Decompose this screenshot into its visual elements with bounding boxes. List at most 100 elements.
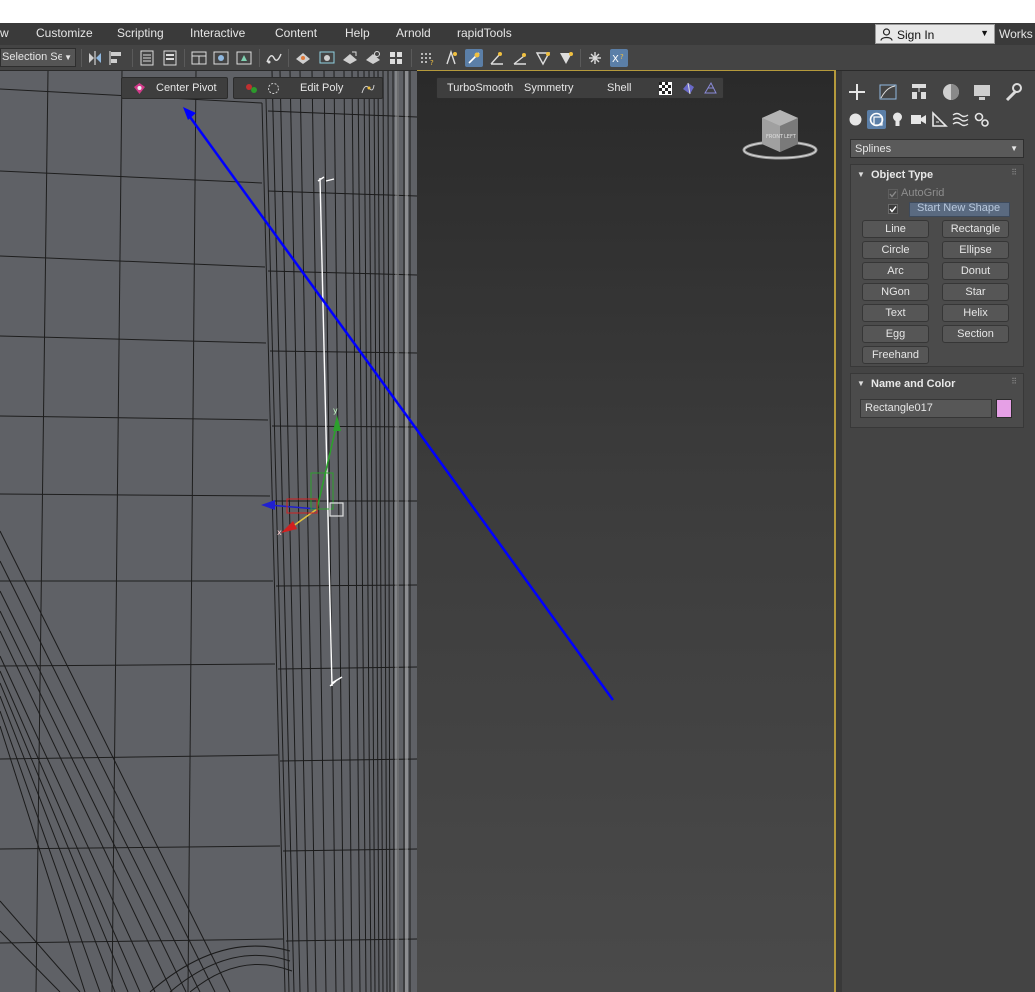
menu-content[interactable]: Content (275, 26, 317, 40)
center-pivot-button[interactable]: Center Pivot (121, 77, 228, 99)
object-type-header[interactable]: ▼ Object Type ⠿ (851, 165, 1023, 185)
shell-button[interactable]: Shell (607, 82, 631, 94)
hierarchy-tab-icon[interactable] (908, 81, 930, 103)
donut-button[interactable]: Donut (942, 262, 1009, 280)
object-color-swatch[interactable] (996, 399, 1012, 418)
grip-icon: ⠿ (1011, 377, 1017, 386)
material-editor-icon[interactable] (212, 49, 230, 67)
toolbar-separator (411, 49, 412, 67)
geometry-icon[interactable] (846, 110, 865, 129)
start-new-shape-checkbox[interactable] (888, 204, 898, 214)
shape-icon[interactable] (681, 81, 696, 96)
sign-in-label: Sign In (897, 28, 935, 42)
render-frame-icon[interactable] (318, 49, 336, 67)
snap-active-icon[interactable] (465, 49, 483, 67)
sign-in-dropdown[interactable]: Sign In ▼ (875, 24, 995, 44)
spinner-snap-icon[interactable] (534, 49, 552, 67)
pivot-icon (134, 83, 145, 94)
arc-button[interactable]: Arc (862, 262, 929, 280)
scene-explorer-icon[interactable] (161, 49, 179, 67)
top-margin (0, 0, 1035, 23)
name-and-color-rollout: ▼ Name and Color ⠿ Rectangle017 (850, 373, 1024, 428)
star-button[interactable]: Star (942, 283, 1009, 301)
systems-icon[interactable] (972, 110, 991, 129)
angle-snap-icon[interactable] (488, 49, 506, 67)
object-name-field[interactable]: Rectangle017 (860, 399, 992, 418)
track-view-icon[interactable] (265, 49, 283, 67)
xref-icon[interactable]: X? (610, 49, 628, 67)
loop-icon[interactable] (266, 81, 281, 96)
circle-button[interactable]: Circle (862, 241, 929, 259)
render-setup-icon[interactable] (235, 49, 253, 67)
viewport-right[interactable] (417, 71, 837, 992)
svg-text:FRONT: FRONT (766, 134, 784, 140)
schematic-view-icon[interactable] (190, 49, 208, 67)
edit-named-selection-icon[interactable] (557, 49, 575, 67)
text-button[interactable]: Text (862, 304, 929, 322)
transform-gizmo[interactable]: y x (255, 401, 355, 551)
ellipse-button[interactable]: Ellipse (942, 241, 1009, 259)
snap-grid-icon[interactable]: ? (418, 49, 436, 67)
toolbar-separator (288, 49, 289, 67)
category-dropdown[interactable]: Splines ▼ (850, 139, 1024, 158)
render-grid-icon[interactable] (387, 49, 405, 67)
percent-snap-icon[interactable] (511, 49, 529, 67)
rectangle-button[interactable]: Rectangle (942, 220, 1009, 238)
helpers-icon[interactable] (930, 110, 949, 129)
shapes-icon[interactable] (867, 110, 886, 129)
create-tab-icon[interactable] (846, 81, 868, 103)
lights-icon[interactable] (888, 110, 907, 129)
active-viewport-border-top (417, 70, 836, 71)
selection-set-dropdown[interactable]: Selection Se ▼ (0, 48, 76, 67)
utilities-tab-icon[interactable] (1002, 81, 1024, 103)
snap-toggle-icon[interactable] (442, 49, 460, 67)
mirror-icon[interactable] (86, 49, 104, 67)
autogrid-checkbox[interactable] (888, 189, 898, 199)
turbosmooth-button[interactable]: TurboSmooth (447, 82, 513, 94)
cameras-icon[interactable] (909, 110, 928, 129)
svg-text:?: ? (430, 59, 434, 67)
section-button[interactable]: Section (942, 325, 1009, 343)
chevron-down-icon: ▼ (980, 28, 989, 38)
render-iterative-icon[interactable] (364, 49, 382, 67)
menu-view[interactable]: w (0, 26, 9, 40)
asterisk-icon[interactable] (586, 49, 604, 67)
space-warps-icon[interactable] (951, 110, 970, 129)
viewcube[interactable]: FRONT LEFT (742, 106, 818, 160)
user-icon (880, 28, 893, 41)
svg-text:y: y (333, 406, 338, 415)
modifier-shortcuts-toolbar: TurboSmooth Symmetry Shell (436, 77, 724, 99)
menu-customize[interactable]: Customize (36, 26, 93, 40)
modify-tab-icon[interactable] (877, 81, 899, 103)
helix-button[interactable]: Helix (942, 304, 1009, 322)
checker-icon[interactable] (658, 81, 673, 96)
freehand-button[interactable]: Freehand (862, 346, 929, 364)
object-type-title: Object Type (871, 169, 934, 181)
menu-arnold[interactable]: Arnold (396, 26, 431, 40)
chevron-down-icon: ▼ (1010, 144, 1018, 153)
layer-manager-icon[interactable] (138, 49, 156, 67)
edit-poly-button[interactable]: Edit Poly (300, 82, 343, 94)
render-icon[interactable] (294, 49, 312, 67)
ngon-button[interactable]: NGon (862, 283, 929, 301)
display-tab-icon[interactable] (971, 81, 993, 103)
svg-text:x: x (277, 528, 282, 537)
modifier-stack-icon[interactable] (244, 81, 259, 96)
edit-spline-icon[interactable] (360, 81, 375, 96)
perspective-viewport-left[interactable]: y x (0, 71, 417, 992)
workspaces-label[interactable]: Works (999, 27, 1035, 41)
align-icon[interactable] (108, 49, 126, 67)
motion-tab-icon[interactable] (940, 81, 962, 103)
menu-interactive[interactable]: Interactive (190, 26, 245, 40)
name-and-color-header[interactable]: ▼ Name and Color ⠿ (851, 374, 1023, 394)
mesh-tools-icon[interactable] (703, 81, 718, 96)
svg-text:LEFT: LEFT (784, 134, 797, 140)
symmetry-button[interactable]: Symmetry (524, 82, 574, 94)
menu-scripting[interactable]: Scripting (117, 26, 164, 40)
line-button[interactable]: Line (862, 220, 929, 238)
menu-rapidtools[interactable]: rapidTools (457, 26, 512, 40)
egg-button[interactable]: Egg (862, 325, 929, 343)
render-production-icon[interactable] (341, 49, 359, 67)
menu-help[interactable]: Help (345, 26, 370, 40)
toolbar-separator (259, 49, 260, 67)
